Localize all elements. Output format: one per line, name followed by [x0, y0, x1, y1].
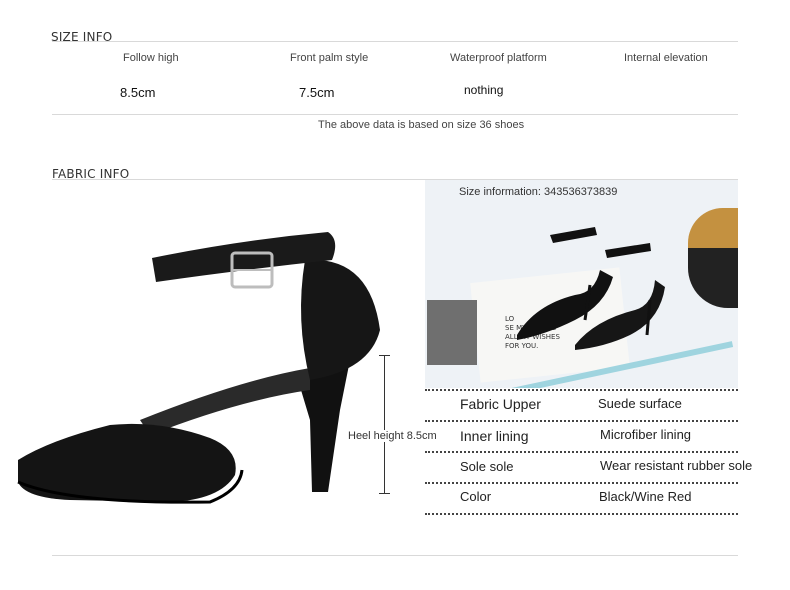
- size-col-waterproof-label: Waterproof platform: [450, 52, 547, 64]
- size-col-follow-high-label: Follow high: [123, 52, 179, 64]
- size-col-front-palm-value: 7.5cm: [299, 85, 335, 100]
- fabric-row-label: Sole sole: [460, 459, 514, 474]
- size-col-internal-elevation-label: Internal elevation: [624, 52, 708, 64]
- heel-height-marker-line: [384, 355, 385, 493]
- size-info-bottom-divider: [52, 114, 738, 115]
- fabric-row-label: Fabric Upper: [460, 396, 541, 412]
- fabric-row-divider: [425, 513, 738, 515]
- fabric-row-divider: [425, 482, 738, 484]
- fabric-row-value: Wear resistant rubber sole: [600, 458, 753, 473]
- photo-caption: Size information: 343536373839: [459, 186, 618, 198]
- size-info-note: The above data is based on size 36 shoes: [318, 119, 525, 131]
- heel-height-label: Heel height 8.5cm: [348, 430, 437, 442]
- page-bottom-divider: [52, 555, 738, 556]
- photo-hat: [688, 208, 738, 308]
- heel-height-marker-top-tick: [379, 355, 390, 356]
- size-col-waterproof-value: nothing: [464, 83, 504, 97]
- product-photo: Size information: 343536373839 LO SE MY …: [425, 180, 738, 388]
- fabric-row-label: Inner lining: [460, 428, 529, 444]
- fabric-row-value: Black/Wine Red: [599, 489, 692, 504]
- fabric-row-divider: [425, 389, 738, 391]
- fabric-row-divider: [425, 451, 738, 453]
- photo-shoes: [517, 227, 665, 350]
- fabric-row-divider: [425, 420, 738, 422]
- fabric-row-value: Microfiber lining: [600, 427, 692, 442]
- fabric-row-value: Suede surface: [598, 396, 682, 411]
- shoe-side-view-image: [17, 232, 380, 504]
- size-col-front-palm-label: Front palm style: [290, 52, 369, 64]
- heel-height-marker-bottom-tick: [379, 493, 390, 494]
- fabric-row-label: Color: [460, 489, 492, 504]
- size-col-follow-high-value: 8.5cm: [120, 85, 156, 100]
- size-info-top-divider: [52, 41, 738, 42]
- photo-picture-frame: [427, 300, 477, 365]
